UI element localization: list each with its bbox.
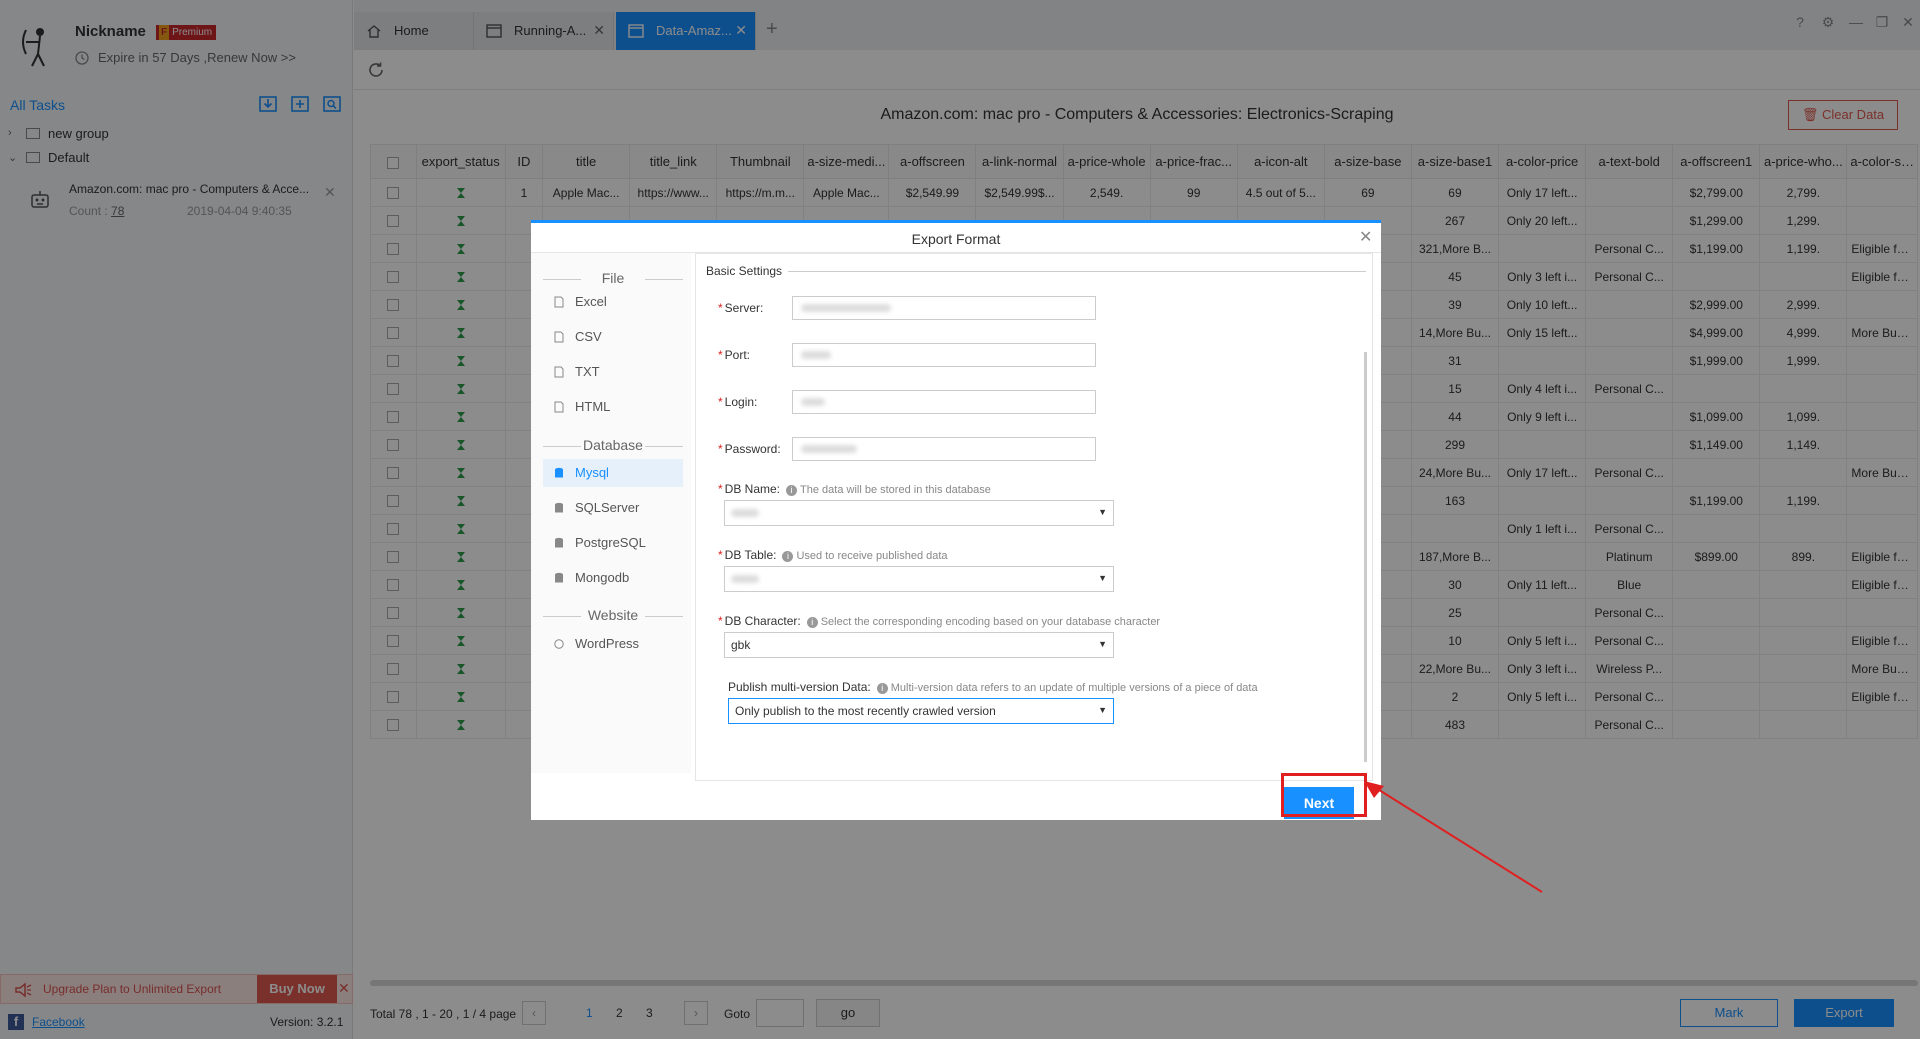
- section-file: File: [543, 270, 683, 286]
- format-label: TXT: [575, 364, 600, 379]
- format-csv[interactable]: CSV: [543, 323, 683, 351]
- section-database: Database: [543, 437, 683, 453]
- redacted-value: [801, 304, 891, 312]
- login-label: * Login:: [718, 395, 758, 409]
- password-field[interactable]: [792, 437, 1096, 461]
- database-icon: [555, 502, 563, 513]
- database-icon: [555, 467, 563, 478]
- caret-down-icon: ▼: [1098, 507, 1107, 517]
- redacted-value: [801, 445, 857, 453]
- database-icon: [555, 572, 563, 583]
- format-label: Mongodb: [575, 570, 630, 585]
- dialog-title: Export Format: [911, 231, 1001, 247]
- format-menu: File Excel CSV TXT HTML Database Mysql S…: [531, 253, 691, 773]
- format-label: SQLServer: [575, 500, 640, 515]
- file-icon: [554, 366, 564, 378]
- db-character-select[interactable]: gbk ▼: [724, 632, 1114, 658]
- label-text: Login:: [724, 395, 758, 409]
- label-text: DB Table:: [724, 548, 777, 562]
- label-text: Port:: [724, 348, 751, 362]
- format-label: CSV: [575, 329, 602, 344]
- login-field[interactable]: [792, 390, 1096, 414]
- redacted-value: [731, 509, 759, 517]
- label-text: DB Character:: [724, 614, 801, 628]
- label-text: Publish multi-version Data:: [728, 680, 871, 694]
- password-label: * Password:: [718, 442, 781, 456]
- divider: [786, 271, 1366, 272]
- label-text: DB Name:: [724, 482, 781, 496]
- label-text: Password:: [724, 442, 781, 456]
- selected-value: Only publish to the most recently crawle…: [735, 704, 996, 718]
- format-excel[interactable]: Excel: [543, 288, 683, 316]
- file-icon: [554, 331, 564, 343]
- export-format-dialog: Export Format ✕ File Excel CSV TXT HTML …: [531, 220, 1381, 820]
- format-wordpress[interactable]: WordPress: [543, 630, 683, 658]
- multi-version-select[interactable]: Only publish to the most recently crawle…: [728, 698, 1114, 724]
- caret-down-icon: ▼: [1098, 705, 1107, 715]
- port-field[interactable]: [792, 343, 1096, 367]
- section-website: Website: [543, 607, 683, 623]
- hint-text: Used to receive published data: [796, 550, 948, 562]
- app-window: Nickname F Premium Expire in 57 Days ,Ren…: [0, 0, 1920, 1039]
- server-label: * Server:: [718, 301, 764, 315]
- basic-settings-title: Basic Settings: [706, 264, 789, 278]
- hint-text: Select the corresponding encoding based …: [820, 616, 1161, 628]
- close-icon[interactable]: ✕: [1359, 227, 1372, 247]
- caret-down-icon: ▼: [1098, 573, 1107, 583]
- file-icon: [554, 401, 564, 413]
- basic-settings-panel: Basic Settings * Server: * Port: * Login: *…: [695, 253, 1373, 781]
- format-postgresql[interactable]: PostgreSQL: [543, 529, 683, 557]
- db-name-select[interactable]: ▼: [724, 500, 1114, 526]
- format-mysql[interactable]: Mysql: [543, 459, 683, 487]
- selected-value: gbk: [731, 638, 751, 652]
- format-label: PostgreSQL: [575, 535, 646, 550]
- db-table-select[interactable]: ▼: [724, 566, 1114, 592]
- info-icon: i: [782, 551, 794, 562]
- server-field[interactable]: [792, 296, 1096, 320]
- vertical-scrollbar[interactable]: [1364, 352, 1367, 762]
- database-icon: [555, 537, 563, 548]
- format-label: HTML: [575, 399, 611, 414]
- format-label: Mysql: [575, 465, 609, 480]
- redacted-value: [801, 351, 831, 359]
- redacted-value: [731, 575, 759, 583]
- info-icon: i: [876, 683, 888, 694]
- hint-text: Multi-version data refers to an update o…: [890, 682, 1258, 694]
- db-name-label: * DB Name: i The data will be stored in thi…: [718, 482, 991, 496]
- db-table-label: * DB Table: i Used to receive published dat…: [718, 548, 948, 562]
- redacted-value: [801, 398, 825, 406]
- info-icon: i: [786, 485, 798, 496]
- multi-version-label: Publish multi-version Data: i Multi-versio…: [728, 680, 1258, 694]
- format-txt[interactable]: TXT: [543, 358, 683, 386]
- file-icon: [554, 296, 564, 308]
- wordpress-icon: [554, 639, 564, 649]
- format-mongodb[interactable]: Mongodb: [543, 564, 683, 592]
- next-button-highlight: [1281, 773, 1367, 817]
- format-label: Excel: [575, 294, 607, 309]
- annotation-arrow: [1364, 781, 1543, 893]
- info-icon: i: [806, 617, 818, 628]
- format-html[interactable]: HTML: [543, 393, 683, 421]
- caret-down-icon: ▼: [1098, 639, 1107, 649]
- db-character-label: * DB Character: i Select the corresponding …: [718, 614, 1161, 628]
- format-sqlserver[interactable]: SQLServer: [543, 494, 683, 522]
- format-label: WordPress: [575, 636, 640, 651]
- port-label: * Port:: [718, 348, 751, 362]
- label-text: Server:: [724, 301, 764, 315]
- hint-text: The data will be stored in this database: [800, 484, 991, 496]
- dialog-header: Export Format ✕: [531, 223, 1381, 253]
